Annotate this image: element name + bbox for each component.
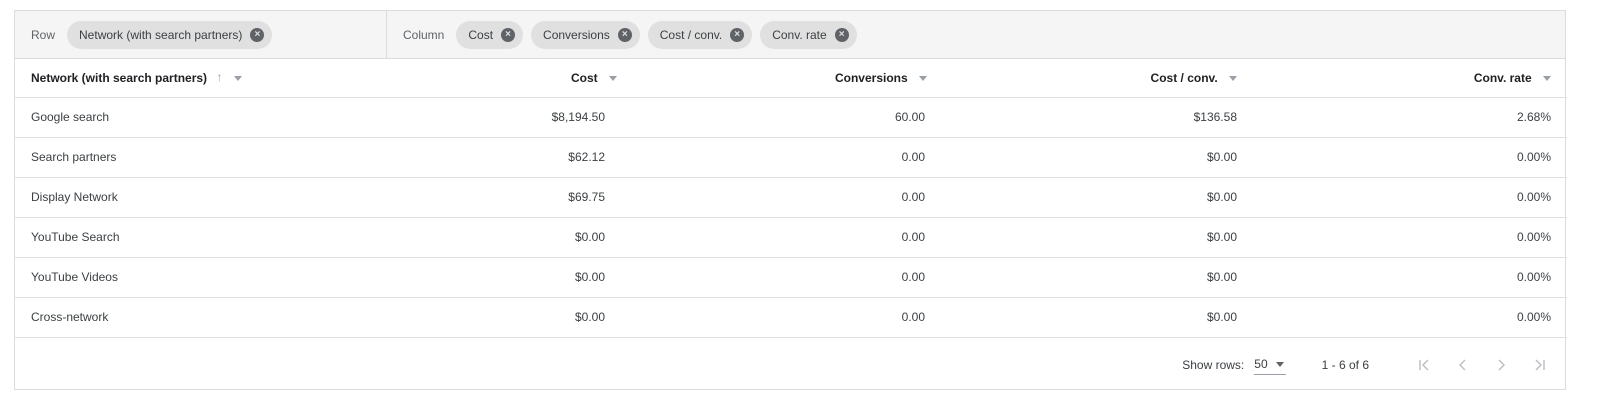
close-circle-icon[interactable]: × [501,27,516,42]
close-circle-icon[interactable]: × [617,27,632,42]
cell-conversions: 0.00 [617,297,927,338]
row-chip-network[interactable]: Network (with search partners) × [67,20,273,49]
cell-network: Display Network [15,177,305,218]
column-header-conv-rate[interactable]: Conv. rate [1237,59,1567,98]
cell-cost: $8,194.50 [305,97,617,138]
table-row: YouTube Search $0.00 0.00 $0.00 0.00% [15,217,1567,258]
chevron-right-icon[interactable] [1489,353,1513,377]
cell-conversions: 0.00 [617,257,927,298]
cell-network: Google search [15,97,305,138]
table-header-row: Network (with search partners) ↑ Cost Co… [15,59,1567,98]
caret-down-icon [1275,361,1284,367]
close-circle-icon[interactable]: × [730,27,745,42]
cell-conversions: 0.00 [617,217,927,258]
row-label: Row [31,27,56,42]
cell-cost-per-conv: $136.58 [927,97,1237,138]
cell-conv-rate: 0.00% [1237,297,1567,338]
cell-cost-per-conv: $0.00 [927,177,1237,218]
cell-cost: $0.00 [305,217,617,258]
arrow-up-icon[interactable]: ↑ [216,70,222,84]
column-chip-cost-per-conv[interactable]: Cost / conv. × [647,20,753,49]
cell-cost-per-conv: $0.00 [927,217,1237,258]
rows-per-page-select[interactable]: 50 [1254,355,1286,375]
cell-network: YouTube Videos [15,257,305,298]
table-row: Google search $8,194.50 60.00 $136.58 2.… [15,97,1567,138]
show-rows-label: Show rows: [1182,358,1245,372]
cell-conversions: 60.00 [617,97,927,138]
cell-cost: $69.75 [305,177,617,218]
table-row: Display Network $69.75 0.00 $0.00 0.00% [15,177,1567,218]
column-header-label: Cost [570,71,598,86]
caret-down-icon[interactable] [919,75,927,81]
cell-cost-per-conv: $0.00 [927,297,1237,338]
chevron-left-icon[interactable] [1451,353,1475,377]
cell-conv-rate: 0.00% [1237,257,1567,298]
column-header-cost-per-conv[interactable]: Cost / conv. [927,59,1237,98]
cell-conv-rate: 0.00% [1237,217,1567,258]
cell-cost-per-conv: $0.00 [927,137,1237,178]
caret-down-icon[interactable] [233,75,242,81]
close-circle-icon[interactable]: × [250,27,265,42]
cell-cost-per-conv: $0.00 [927,257,1237,298]
cell-cost: $62.12 [305,137,617,178]
report-table-panel: Row Network (with search partners) × Col… [14,10,1567,390]
caret-down-icon[interactable] [609,75,617,81]
column-chip-conversions[interactable]: Conversions × [531,20,640,49]
pivot-bar: Row Network (with search partners) × Col… [15,11,1565,59]
page-range: 1 - 6 of 6 [1321,358,1369,372]
table-row: Search partners $62.12 0.00 $0.00 0.00% [15,137,1567,178]
chip-label: Conversions [543,27,610,42]
caret-down-icon[interactable] [1229,75,1237,81]
column-header-network[interactable]: Network (with search partners) ↑ [15,59,305,98]
cell-cost: $0.00 [305,257,617,298]
pivot-column-group: Column Cost × Conversions × Cost / conv.… [387,11,865,58]
caret-down-icon[interactable] [1543,75,1551,81]
column-header-label: Conversions [834,71,908,86]
chip-label: Conv. rate [772,27,827,42]
column-header-label: Cost / conv. [1150,71,1218,86]
chip-label: Cost [468,27,494,42]
data-table: Network (with search partners) ↑ Cost Co… [15,59,1567,338]
cell-cost: $0.00 [305,297,617,338]
column-chip-cost[interactable]: Cost × [456,20,524,49]
rows-per-page-value: 50 [1254,357,1268,371]
chip-label: Cost / conv. [659,27,723,42]
pagination-footer: Show rows: 50 1 - 6 of 6 [15,341,1565,389]
first-page-icon[interactable] [1413,353,1437,377]
column-chip-conv-rate[interactable]: Conv. rate × [760,20,857,49]
pivot-row-group: Row Network (with search partners) × [15,11,387,58]
cell-network: Cross-network [15,297,305,338]
cell-conv-rate: 0.00% [1237,137,1567,178]
chip-label: Network (with search partners) [79,27,243,42]
cell-conversions: 0.00 [617,177,927,218]
cell-conversions: 0.00 [617,137,927,178]
table-row: YouTube Videos $0.00 0.00 $0.00 0.00% [15,257,1567,298]
last-page-icon[interactable] [1527,353,1551,377]
cell-conv-rate: 2.68% [1237,97,1567,138]
cell-network: YouTube Search [15,217,305,258]
column-label: Column [403,27,445,42]
column-header-label: Conv. rate [1473,71,1532,86]
column-header-conversions[interactable]: Conversions [617,59,927,98]
close-circle-icon[interactable]: × [834,27,849,42]
cell-conv-rate: 0.00% [1237,177,1567,218]
column-header-cost[interactable]: Cost [305,59,617,98]
column-header-label: Network (with search partners) [31,71,208,86]
cell-network: Search partners [15,137,305,178]
table-row: Cross-network $0.00 0.00 $0.00 0.00% [15,297,1567,338]
